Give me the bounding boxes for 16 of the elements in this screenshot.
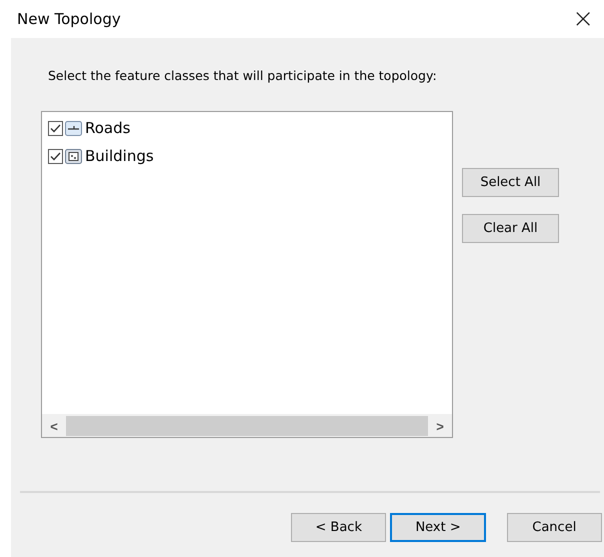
window-title: New Topology <box>17 10 121 28</box>
checkbox[interactable] <box>48 120 63 136</box>
scroll-right-button[interactable]: > <box>428 415 452 437</box>
list-action-button[interactable]: Clear All <box>462 214 559 243</box>
instruction-text: Select the feature classes that will participate in the topology: <box>48 68 437 83</box>
wizard-button[interactable]: Cancel <box>506 513 602 542</box>
scrollbar-thumb[interactable] <box>66 416 428 436</box>
list-action-button[interactable]: Select All <box>462 168 559 197</box>
feature-class-label[interactable]: Roads <box>85 119 130 137</box>
scroll-left-button[interactable]: < <box>42 415 66 437</box>
polygon-icon <box>65 148 82 164</box>
close-button[interactable]: × <box>570 6 596 32</box>
wizard-button[interactable]: < Back <box>291 513 386 542</box>
feature-class-label[interactable]: Buildings <box>85 147 154 165</box>
checkbox[interactable] <box>48 148 63 164</box>
wizard-button[interactable]: Next > <box>390 513 486 542</box>
